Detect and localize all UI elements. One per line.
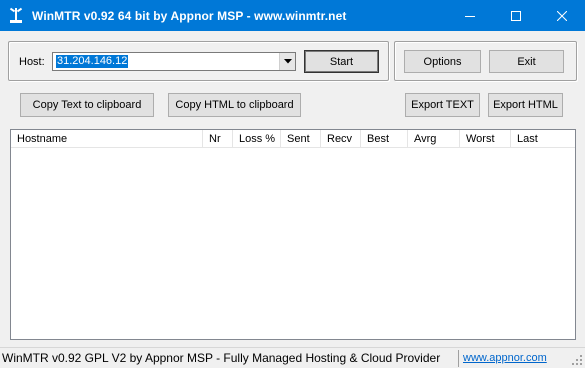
copy-html-button[interactable]: Copy HTML to clipboard	[168, 93, 301, 117]
exit-button[interactable]: Exit	[489, 50, 564, 73]
resize-grip-icon[interactable]	[571, 354, 583, 366]
results-table[interactable]: Hostname Nr Loss % Sent Recv Best Avrg W…	[10, 129, 576, 340]
combo-dropdown-button[interactable]	[279, 53, 295, 70]
copy-text-button[interactable]: Copy Text to clipboard	[20, 93, 154, 117]
column-recv[interactable]: Recv	[321, 130, 361, 148]
column-hostname[interactable]: Hostname	[11, 130, 203, 148]
host-combobox[interactable]: 31.204.146.12	[52, 52, 296, 71]
export-html-button[interactable]: Export HTML	[488, 93, 563, 117]
column-loss[interactable]: Loss %	[233, 130, 281, 148]
maximize-icon	[511, 10, 521, 21]
status-text: WinMTR v0.92 GPL V2 by Appnor MSP - Full…	[2, 351, 441, 365]
options-button[interactable]: Options	[404, 50, 481, 73]
status-bar: WinMTR v0.92 GPL V2 by Appnor MSP - Full…	[0, 347, 585, 368]
minimize-button[interactable]	[447, 0, 493, 31]
table-header: Hostname Nr Loss % Sent Recv Best Avrg W…	[11, 130, 575, 148]
column-worst[interactable]: Worst	[460, 130, 511, 148]
host-input[interactable]: 31.204.146.12	[56, 55, 129, 68]
status-divider	[458, 350, 459, 367]
window-title: WinMTR v0.92 64 bit by Appnor MSP - www.…	[32, 8, 347, 23]
column-avrg[interactable]: Avrg	[408, 130, 460, 148]
host-label: Host:	[19, 56, 45, 68]
maximize-button[interactable]	[493, 0, 539, 31]
export-text-button[interactable]: Export TEXT	[405, 93, 480, 117]
start-button[interactable]: Start	[304, 50, 379, 73]
column-best[interactable]: Best	[361, 130, 408, 148]
column-sent[interactable]: Sent	[281, 130, 321, 148]
antenna-icon	[8, 7, 24, 24]
column-last[interactable]: Last	[511, 130, 559, 148]
appnor-link[interactable]: www.appnor.com	[463, 352, 547, 364]
minimize-icon	[465, 15, 475, 17]
close-icon	[557, 10, 567, 21]
chevron-down-icon	[283, 59, 292, 64]
title-bar[interactable]: WinMTR v0.92 64 bit by Appnor MSP - www.…	[0, 0, 585, 31]
column-nr[interactable]: Nr	[203, 130, 233, 148]
close-button[interactable]	[539, 0, 585, 31]
